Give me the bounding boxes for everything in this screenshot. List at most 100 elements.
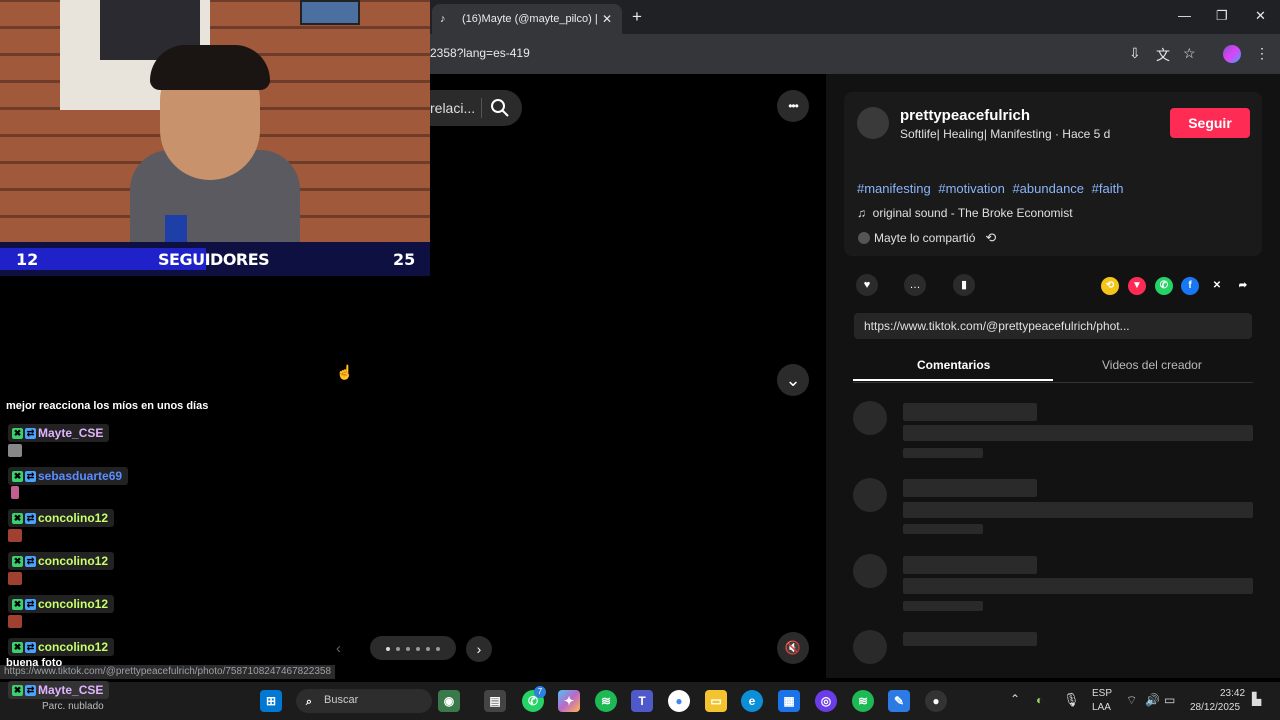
app-tray-icon[interactable]: ◐ bbox=[1036, 693, 1043, 707]
translate-icon[interactable]: 文 bbox=[1156, 45, 1170, 65]
tab-creator-videos[interactable]: Videos del creador bbox=[1102, 358, 1202, 372]
followers-label: SEGUIDORES bbox=[158, 250, 270, 269]
store-icon[interactable]: ▦ bbox=[778, 690, 800, 712]
hashtag-link[interactable]: #faith bbox=[1092, 181, 1124, 196]
prev-photo-arrow[interactable]: ‹ bbox=[336, 640, 341, 657]
share-arrow-icon[interactable]: ➦ bbox=[1234, 277, 1252, 295]
clock-date[interactable]: 28/12/2025 bbox=[1190, 702, 1240, 713]
username: sebasduarte69 bbox=[38, 469, 123, 483]
close-tab-icon[interactable]: ✕ bbox=[600, 12, 614, 26]
mute-button[interactable]: 🔇 bbox=[777, 632, 809, 664]
tiktok-icon: ♪ bbox=[440, 13, 446, 25]
install-app-icon[interactable]: ⇩ bbox=[1129, 45, 1141, 62]
carousel-dot[interactable] bbox=[406, 647, 410, 651]
shared-by-row: Mayte lo compartió ⟲ bbox=[858, 230, 996, 246]
repost-share-icon[interactable]: ⟲ bbox=[1101, 277, 1119, 295]
hashtag-link[interactable]: #abundance bbox=[1012, 181, 1084, 196]
carousel-dot[interactable] bbox=[436, 647, 440, 651]
close-window-button[interactable]: ✕ bbox=[1255, 8, 1266, 24]
teams-icon[interactable]: T bbox=[631, 690, 653, 712]
x-twitter-icon[interactable]: ✕ bbox=[1208, 277, 1226, 295]
next-photo-arrow[interactable]: › bbox=[466, 636, 492, 662]
bookmark-icon[interactable]: ▮ bbox=[953, 274, 975, 296]
search-text[interactable]: relaci... bbox=[430, 100, 475, 116]
skeleton-avatar bbox=[853, 554, 887, 588]
skeleton-line bbox=[903, 502, 1253, 518]
video-stage[interactable] bbox=[430, 74, 826, 678]
mod-badge-icon: ✖ bbox=[12, 684, 23, 696]
skeleton-avatar bbox=[853, 478, 887, 512]
notes-app-icon[interactable]: ✎ bbox=[888, 690, 910, 712]
chat-username: ✖ ⇄ sebasduarte69 bbox=[8, 467, 129, 485]
skeleton-line bbox=[903, 578, 1253, 594]
url-text[interactable]: 2358?lang=es-419 bbox=[430, 46, 530, 60]
sound-title[interactable]: original sound - The Broke Economist bbox=[873, 206, 1073, 220]
notification-bell-icon[interactable]: ▙ bbox=[1252, 692, 1261, 706]
chevron-up-icon[interactable]: ⌃ bbox=[1010, 692, 1020, 706]
carousel-dot[interactable] bbox=[396, 647, 400, 651]
search-divider bbox=[481, 98, 482, 118]
mod-badge-icon: ✖ bbox=[12, 512, 23, 524]
menu-dots-icon[interactable]: ⋮ bbox=[1255, 45, 1269, 62]
weather-text[interactable]: Parc. nublado bbox=[42, 701, 104, 712]
author-avatar[interactable] bbox=[857, 107, 889, 139]
repost-icon[interactable]: ⟲ bbox=[985, 230, 996, 246]
send-to-friends-icon[interactable]: ▼ bbox=[1128, 277, 1146, 295]
carousel-dot[interactable] bbox=[426, 647, 430, 651]
spotify-alt-icon[interactable]: ≋ bbox=[852, 690, 874, 712]
skeleton-line bbox=[903, 601, 983, 611]
chrome-icon[interactable]: ● bbox=[668, 690, 690, 712]
skeleton-line bbox=[903, 479, 1037, 497]
hashtag-list: #manifesting #motivation #abundance #fai… bbox=[857, 181, 1127, 196]
shared-by-text: Mayte lo compartió bbox=[874, 231, 976, 245]
hashtag-link[interactable]: #motivation bbox=[938, 181, 1004, 196]
microphone-icon[interactable]: 🎙 bbox=[1063, 692, 1080, 708]
sub-badge-icon: ⇄ bbox=[25, 641, 36, 653]
profile-avatar[interactable] bbox=[1223, 45, 1241, 63]
carousel-dot[interactable] bbox=[386, 647, 390, 651]
carousel-dot[interactable] bbox=[416, 647, 420, 651]
next-video-button[interactable]: ⌄ bbox=[777, 364, 809, 396]
follow-button[interactable]: Seguir bbox=[1170, 108, 1250, 138]
followers-current: 12 bbox=[16, 250, 39, 269]
game-app-icon[interactable]: ◉ bbox=[438, 690, 460, 712]
more-options-button[interactable]: ••• bbox=[777, 90, 809, 122]
minimize-button[interactable]: — bbox=[1178, 8, 1191, 23]
mod-badge-icon: ✖ bbox=[12, 470, 23, 482]
new-tab-button[interactable]: + bbox=[632, 8, 642, 25]
bookmark-star-icon[interactable]: ☆ bbox=[1183, 45, 1196, 62]
hashtag-link[interactable]: #manifesting bbox=[857, 181, 931, 196]
comment-icon[interactable]: … bbox=[904, 274, 926, 296]
sound-row[interactable]: ♫ original sound - The Broke Economist bbox=[857, 206, 1073, 220]
wall-frame bbox=[300, 0, 360, 25]
speaker-icon[interactable]: 🔊 bbox=[1145, 693, 1160, 707]
author-name[interactable]: prettypeacefulrich bbox=[900, 107, 1030, 124]
language-bottom[interactable]: LAA bbox=[1092, 702, 1111, 713]
search-icon[interactable] bbox=[490, 98, 510, 118]
skeleton-line bbox=[903, 524, 983, 534]
edge-icon[interactable]: e bbox=[741, 690, 763, 712]
folder-icon[interactable]: ▭ bbox=[705, 690, 727, 712]
facebook-icon[interactable]: f bbox=[1181, 277, 1199, 295]
copilot-icon[interactable]: ✦ bbox=[558, 690, 580, 712]
tab-comments[interactable]: Comentarios bbox=[917, 358, 990, 372]
spotify-icon[interactable]: ≋ bbox=[595, 690, 617, 712]
search-icon: ⌕ bbox=[305, 696, 313, 708]
record-app-icon[interactable]: ● bbox=[925, 690, 947, 712]
obs-icon[interactable]: ◎ bbox=[815, 690, 837, 712]
maximize-button[interactable]: ❐ bbox=[1216, 8, 1228, 24]
cat-emote-icon bbox=[8, 444, 22, 457]
clock-time[interactable]: 23:42 bbox=[1220, 688, 1245, 699]
post-link-field[interactable]: https://www.tiktok.com/@prettypeacefulri… bbox=[854, 313, 1252, 339]
like-heart-icon[interactable]: ♥ bbox=[856, 274, 878, 296]
mod-badge-icon: ✖ bbox=[12, 427, 23, 439]
wifi-icon[interactable]: ⌔ bbox=[1126, 693, 1137, 708]
battery-icon[interactable]: ▭ bbox=[1164, 693, 1175, 707]
language-top[interactable]: ESP bbox=[1092, 688, 1112, 699]
windows-start-icon[interactable]: ⊞ bbox=[260, 690, 282, 712]
browser-tab[interactable]: ♪ (16)Mayte (@mayte_pilco) | TikTok ✕ bbox=[432, 4, 622, 34]
sub-badge-icon: ⇄ bbox=[25, 512, 36, 524]
carousel-indicator bbox=[370, 636, 456, 660]
file-explorer-dark-icon[interactable]: ▤ bbox=[484, 690, 506, 712]
whatsapp-icon[interactable]: ✆ bbox=[1155, 277, 1173, 295]
